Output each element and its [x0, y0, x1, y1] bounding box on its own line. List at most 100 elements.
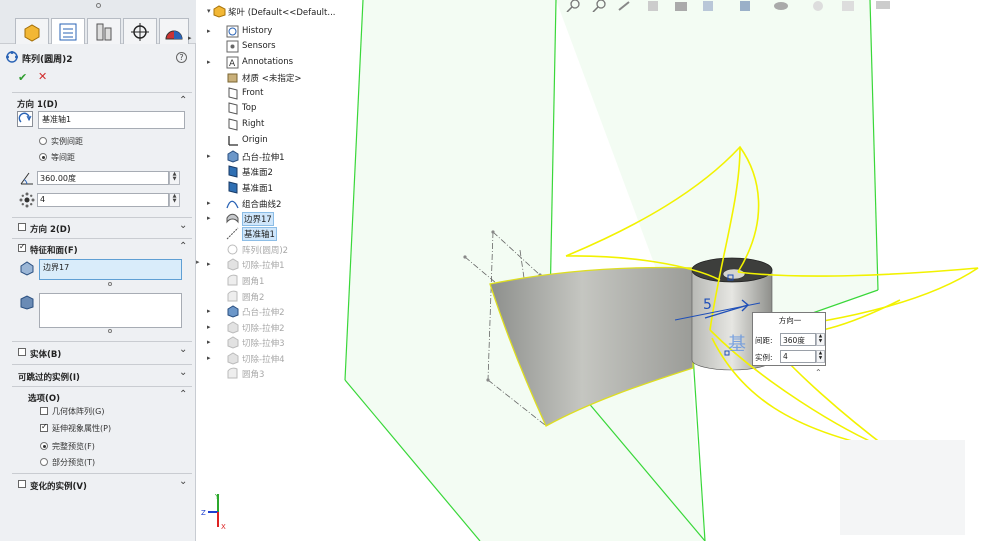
angle-spinner[interactable]: ▲ ▼ — [169, 171, 180, 185]
tree-item[interactable]: ▸ 切除-拉伸1 — [207, 258, 347, 273]
expand-arrow-icon[interactable]: ▸ — [207, 323, 211, 331]
tab-display-manager[interactable] — [159, 18, 189, 44]
tree-item[interactable]: 基准轴1 — [207, 227, 347, 242]
zoom-to-fit-icon[interactable] — [565, 0, 581, 12]
cancel-button[interactable]: ✕ — [38, 70, 47, 83]
direction2-checkbox[interactable] — [18, 223, 26, 231]
tree-item[interactable]: ▸ 凸台-拉伸2 — [207, 305, 347, 320]
view-orientation-icon[interactable] — [700, 0, 716, 12]
expand-arrow-icon[interactable]: ▸ — [207, 214, 211, 222]
tab-scroll-arrow-icon[interactable]: ▸ — [188, 34, 196, 44]
tree-item[interactable]: ▸ 凸台-拉伸1 — [207, 150, 347, 165]
axis-selection-field[interactable]: 基准轴1 — [38, 111, 185, 129]
callout-collapse-icon[interactable]: ⌃ — [815, 368, 822, 377]
display-style-icon[interactable] — [737, 0, 753, 12]
previous-view-icon[interactable] — [617, 0, 633, 12]
section-view-icon[interactable] — [645, 0, 661, 12]
instance-spacing-radio[interactable] — [39, 137, 47, 145]
tree-item[interactable]: ▸ A Annotations — [207, 56, 347, 71]
callout-instances-input[interactable]: 4 — [780, 350, 816, 363]
collapse-arrow-icon[interactable]: ▾ — [207, 7, 211, 15]
chevron-up-icon[interactable]: ⌃ — [179, 241, 187, 252]
tree-item[interactable]: 圆角3 — [207, 367, 347, 382]
direction-arrow — [704, 299, 750, 319]
help-icon[interactable]: ? — [176, 52, 187, 63]
instances-input[interactable]: 4 — [37, 193, 169, 207]
features-list[interactable]: 边界17 — [39, 259, 182, 280]
varying-instances-checkbox[interactable] — [18, 480, 26, 488]
reverse-direction-icon[interactable] — [17, 111, 33, 127]
tree-item[interactable]: Top — [207, 102, 347, 117]
callout-spacing-spinner[interactable]: ▲ ▼ — [816, 333, 825, 346]
group-skipped-instances[interactable]: 可跳过的实例(I) ⌄ — [12, 364, 192, 383]
list-resize-grip-icon[interactable] — [108, 282, 112, 286]
tree-item[interactable]: ▸ 边界17 — [207, 212, 347, 227]
expand-arrow-icon[interactable]: ▸ — [207, 58, 211, 66]
tree-item[interactable]: ▸ 切除-拉伸2 — [207, 321, 347, 336]
zoom-area-icon[interactable] — [591, 0, 607, 12]
tree-item[interactable]: 圆角1 — [207, 274, 347, 289]
apply-scene-icon[interactable] — [840, 0, 856, 12]
callout-instances-spinner[interactable]: ▲ ▼ — [816, 350, 825, 363]
tree-item[interactable]: Origin — [207, 134, 347, 149]
partial-preview-radio[interactable] — [40, 458, 48, 466]
features-list-item[interactable]: 边界17 — [43, 263, 69, 272]
tree-item[interactable]: 基准面2 — [207, 165, 347, 180]
expand-arrow-icon[interactable]: ▸ — [207, 307, 211, 315]
edit-appearance-icon[interactable] — [810, 0, 826, 12]
equal-spacing-radio[interactable] — [39, 153, 47, 161]
full-preview-radio[interactable] — [40, 442, 48, 450]
angle-input[interactable]: 360.00度 — [37, 171, 169, 185]
tree-item[interactable]: Sensors — [207, 40, 347, 55]
expand-arrow-icon[interactable]: ▸ — [207, 260, 211, 268]
pm-title: 阵列(圆周)2 — [22, 55, 73, 65]
tree-item[interactable]: 基准面1 — [207, 181, 347, 196]
tree-item[interactable]: 材质 <未指定> — [207, 71, 347, 86]
hide-show-items-icon[interactable] — [773, 0, 789, 12]
tree-item[interactable]: 圆角2 — [207, 290, 347, 305]
chevron-down-icon[interactable]: ⌄ — [179, 220, 187, 231]
group-varying-instances[interactable]: 变化的实例(V) ⌄ — [12, 473, 192, 492]
propagate-visual-checkbox[interactable] — [40, 422, 48, 432]
flyout-expand-arrow-icon[interactable]: ▸ — [196, 258, 202, 270]
tab-feature-manager[interactable] — [15, 18, 49, 44]
chevron-down-icon[interactable]: ⌄ — [179, 476, 187, 487]
tree-item[interactable]: ▸ 组合曲线2 — [207, 197, 347, 212]
tree-item[interactable]: ▸ 切除-拉伸3 — [207, 336, 347, 351]
view-settings-icon[interactable] — [875, 0, 891, 12]
fillet-icon — [227, 290, 238, 302]
ok-button[interactable]: ✔ — [18, 71, 27, 84]
tree-item[interactable]: Right — [207, 118, 347, 133]
group-features-faces[interactable]: 特征和面(F) ⌃ — [12, 238, 192, 256]
tree-item[interactable]: ▸ 切除-拉伸4 — [207, 352, 347, 367]
group-bodies[interactable]: 实体(B) ⌄ — [12, 341, 192, 360]
expand-arrow-icon[interactable]: ▸ — [207, 152, 211, 160]
geometry-pattern-checkbox[interactable] — [40, 407, 48, 415]
bodies-checkbox[interactable] — [18, 348, 26, 356]
expand-arrow-icon[interactable]: ▸ — [207, 354, 211, 362]
expand-arrow-icon[interactable]: ▸ — [207, 199, 211, 207]
tab-dimxpert-manager[interactable] — [123, 18, 157, 44]
features-faces-checkbox[interactable] — [18, 242, 26, 252]
tree-item[interactable]: ▸ History — [207, 25, 347, 40]
faces-list[interactable] — [39, 293, 182, 328]
material-icon — [227, 73, 238, 83]
group-direction-2[interactable]: 方向 2(D) ⌄ — [12, 217, 192, 235]
list-resize-grip-icon[interactable] — [108, 329, 112, 333]
group-options[interactable]: 选项(O) ⌃ — [12, 386, 192, 404]
expand-arrow-icon[interactable]: ▸ — [207, 338, 211, 346]
instances-spinner[interactable]: ▲ ▼ — [169, 193, 180, 207]
tree-item[interactable]: Front — [207, 87, 347, 102]
panel-grip-icon[interactable] — [96, 3, 101, 8]
dynamic-annotation-icon[interactable] — [673, 0, 689, 12]
group-direction-1[interactable]: 方向 1(D) ⌃ — [12, 92, 192, 110]
tab-configuration-manager[interactable] — [87, 18, 121, 44]
chevron-down-icon[interactable]: ⌄ — [179, 367, 187, 378]
tree-item[interactable]: 阵列(圆周)2 — [207, 243, 347, 258]
expand-arrow-icon[interactable]: ▸ — [207, 27, 211, 35]
callout-spacing-input[interactable]: 360度 — [780, 333, 816, 346]
tab-property-manager[interactable] — [51, 18, 85, 44]
chevron-up-icon[interactable]: ⌃ — [179, 95, 187, 106]
chevron-down-icon[interactable]: ⌄ — [179, 344, 187, 355]
chevron-up-icon[interactable]: ⌃ — [179, 389, 187, 400]
